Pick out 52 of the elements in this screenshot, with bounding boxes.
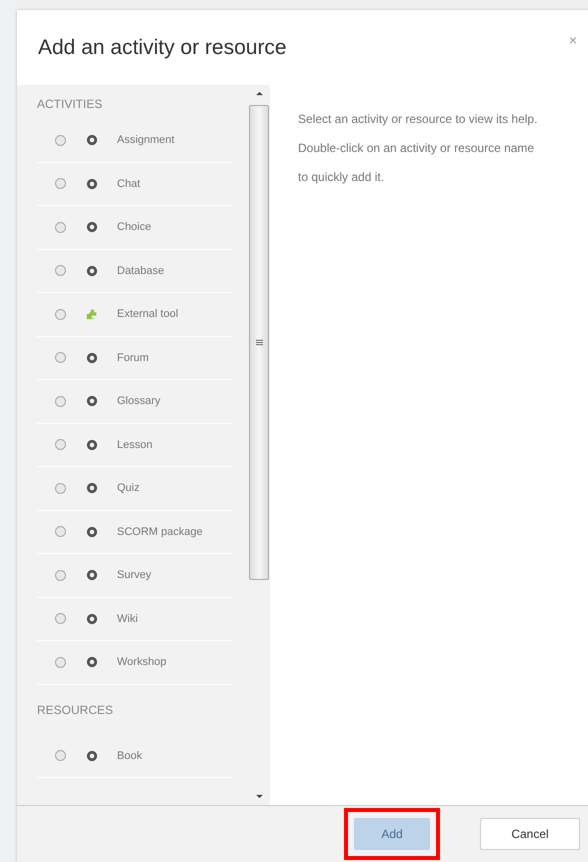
module-name[interactable]: Lesson <box>117 438 152 451</box>
radio-button[interactable] <box>55 526 66 538</box>
module-name[interactable]: Assignment <box>117 134 174 146</box>
radio-button[interactable] <box>55 570 66 581</box>
circle-icon <box>86 221 98 234</box>
dialog-title: Add an activity or resource <box>38 36 287 60</box>
module-name[interactable]: Quiz <box>117 482 140 494</box>
action-button[interactable]: Cancel <box>480 818 580 850</box>
module-name[interactable]: Wiki <box>117 612 138 625</box>
circle-icon <box>86 482 98 494</box>
radio-button[interactable] <box>55 308 66 320</box>
module-name[interactable]: Database <box>117 264 164 277</box>
circle-icon <box>86 134 98 146</box>
section-heading: RESOURCES <box>37 702 114 718</box>
module-name[interactable]: Book <box>117 750 142 762</box>
radio-button[interactable] <box>55 134 66 146</box>
help-text: Select an activity or resource to view its help. Double-click on an activity or resource name to quickly add it. <box>298 111 538 186</box>
grip-icon <box>256 339 262 346</box>
module-name[interactable]: Workshop <box>117 656 166 668</box>
circle-icon <box>86 750 98 762</box>
radio-button[interactable] <box>55 656 66 668</box>
module-name[interactable]: SCORM package <box>117 526 203 538</box>
circle-icon <box>86 526 98 538</box>
radio-button[interactable] <box>55 396 66 407</box>
module-name[interactable]: Choice <box>117 221 152 234</box>
scroll-thumb[interactable] <box>249 105 269 580</box>
radio-button[interactable] <box>55 265 66 276</box>
circle-icon <box>86 438 98 451</box>
scroll-down-icon[interactable] <box>256 794 262 799</box>
scroll-up-icon[interactable] <box>256 91 262 96</box>
radio-button[interactable] <box>55 178 66 190</box>
circle-icon <box>86 569 98 582</box>
module-name[interactable]: Chat <box>117 178 140 190</box>
radio-button[interactable] <box>55 222 66 233</box>
radio-button[interactable] <box>55 439 66 450</box>
radio-button[interactable] <box>55 352 66 364</box>
module-name[interactable]: Forum <box>117 352 149 364</box>
circle-icon <box>86 264 98 277</box>
radio-button[interactable] <box>55 482 66 494</box>
section-heading: ACTIVITIES <box>37 96 104 113</box>
radio-button[interactable] <box>55 750 66 762</box>
circle-icon <box>86 395 98 408</box>
puzzle-icon <box>86 308 98 320</box>
circle-icon <box>86 178 98 190</box>
module-name[interactable]: Glossary <box>117 395 160 408</box>
module-name[interactable]: External tool <box>117 308 178 320</box>
circle-icon <box>86 352 98 364</box>
circle-icon <box>86 656 98 668</box>
module-name[interactable]: Survey <box>117 569 152 582</box>
close-button[interactable]: × <box>568 32 577 48</box>
radio-button[interactable] <box>55 613 66 624</box>
circle-icon <box>86 612 98 625</box>
